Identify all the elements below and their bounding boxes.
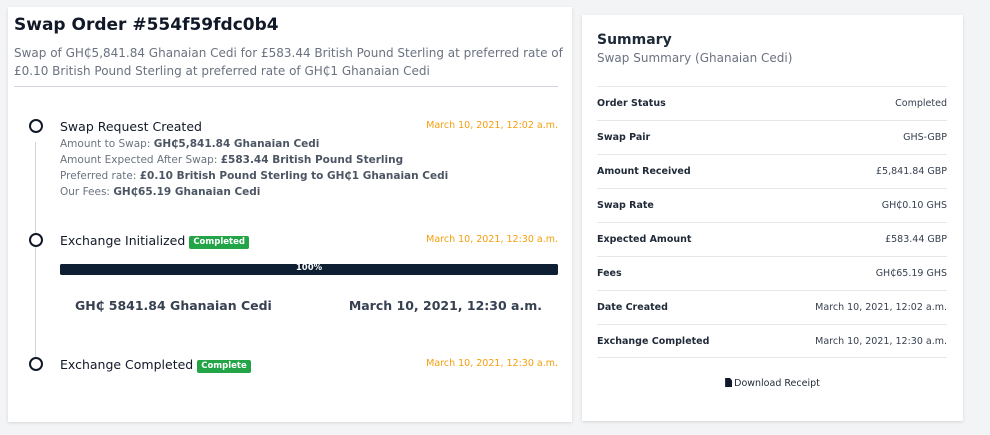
status-badge: Completed bbox=[189, 236, 249, 249]
summary-value: £5,841.84 GBP bbox=[876, 166, 947, 177]
summary-row: Swap Rate GH₵0.10 GHS bbox=[597, 188, 947, 222]
summary-label: Expected Amount bbox=[597, 234, 692, 245]
summary-subtitle: Swap Summary (Ghanaian Cedi) bbox=[597, 51, 793, 65]
summary-value: £583.44 GBP bbox=[885, 234, 947, 245]
step-swap-request-time: March 10, 2021, 12:02 a.m. bbox=[426, 120, 558, 131]
timeline-dot bbox=[29, 233, 43, 247]
exchange-date: March 10, 2021, 12:30 a.m. bbox=[348, 298, 542, 313]
summary-row: Exchange Completed March 10, 2021, 12:30 … bbox=[597, 324, 947, 358]
summary-label: Amount Received bbox=[597, 166, 691, 177]
summary-label: Date Created bbox=[597, 302, 668, 313]
summary-label: Swap Rate bbox=[597, 200, 654, 211]
summary-row: Expected Amount £583.44 GBP bbox=[597, 222, 947, 256]
summary-row: Date Created March 10, 2021, 12:02 a.m. bbox=[597, 290, 947, 324]
detail-our-fees: Our Fees: GH₵65.19 Ghanaian Cedi bbox=[60, 186, 261, 198]
summary-label: Swap Pair bbox=[597, 132, 651, 143]
step-exchange-initialized: Exchange Initialized Completed bbox=[60, 233, 249, 249]
order-title: Swap Order #554f59fdc0b4 bbox=[14, 15, 279, 35]
step-swap-request-title: Swap Request Created bbox=[60, 119, 202, 134]
summary-title: Summary bbox=[597, 32, 672, 48]
download-receipt-label: Download Receipt bbox=[734, 378, 820, 389]
summary-value: Completed bbox=[895, 98, 947, 109]
order-subtitle: Swap of GH₵5,841.84 Ghanaian Cedi for £5… bbox=[14, 46, 563, 78]
step-exchange-initialized-time: March 10, 2021, 12:30 a.m. bbox=[426, 234, 558, 245]
exchange-amount: GH₵ 5841.84 Ghanaian Cedi bbox=[75, 298, 272, 313]
timeline-line bbox=[35, 142, 36, 370]
step-exchange-completed-title: Exchange Completed bbox=[60, 357, 194, 372]
summary-value: GH₵0.10 GHS bbox=[881, 200, 947, 211]
progress-label: 100% bbox=[295, 263, 323, 273]
summary-table: Order Status Completed Swap Pair GHS-GBP A… bbox=[597, 86, 947, 358]
summary-panel: Summary Swap Summary (Ghanaian Cedi) Ord… bbox=[582, 15, 963, 421]
summary-label: Fees bbox=[597, 268, 622, 279]
summary-row: Fees GH₵65.19 GHS bbox=[597, 256, 947, 290]
step-exchange-completed: Exchange Completed Complete bbox=[60, 357, 251, 373]
timeline-dot bbox=[29, 357, 43, 371]
summary-value: March 10, 2021, 12:02 a.m. bbox=[815, 302, 947, 313]
summary-label: Exchange Completed bbox=[597, 335, 710, 347]
document-icon bbox=[725, 378, 733, 387]
progress-bar: 100% bbox=[60, 263, 558, 275]
status-badge: Complete bbox=[197, 360, 251, 373]
download-receipt-link[interactable]: Download Receipt bbox=[582, 378, 963, 389]
timeline-dot bbox=[29, 119, 43, 133]
summary-label: Order Status bbox=[597, 98, 666, 109]
summary-value: GHS-GBP bbox=[903, 132, 947, 143]
summary-row: Swap Pair GHS-GBP bbox=[597, 120, 947, 154]
detail-amount-expected: Amount Expected After Swap: £583.44 Brit… bbox=[60, 154, 404, 166]
step-exchange-completed-time: March 10, 2021, 12:30 a.m. bbox=[426, 358, 558, 369]
detail-preferred-rate: Preferred rate: £0.10 British Pound Ster… bbox=[60, 170, 449, 182]
order-panel: Swap Order #554f59fdc0b4 Swap of GH₵5,84… bbox=[8, 7, 572, 422]
summary-value: GH₵65.19 GHS bbox=[875, 268, 947, 279]
detail-amount-to-swap: Amount to Swap: GH₵5,841.84 Ghanaian Ced… bbox=[60, 138, 320, 150]
summary-row: Order Status Completed bbox=[597, 86, 947, 120]
divider bbox=[14, 86, 558, 87]
step-exchange-initialized-title: Exchange Initialized bbox=[60, 233, 186, 248]
summary-value: March 10, 2021, 12:30 a.m. bbox=[815, 335, 947, 347]
summary-row: Amount Received £5,841.84 GBP bbox=[597, 154, 947, 188]
